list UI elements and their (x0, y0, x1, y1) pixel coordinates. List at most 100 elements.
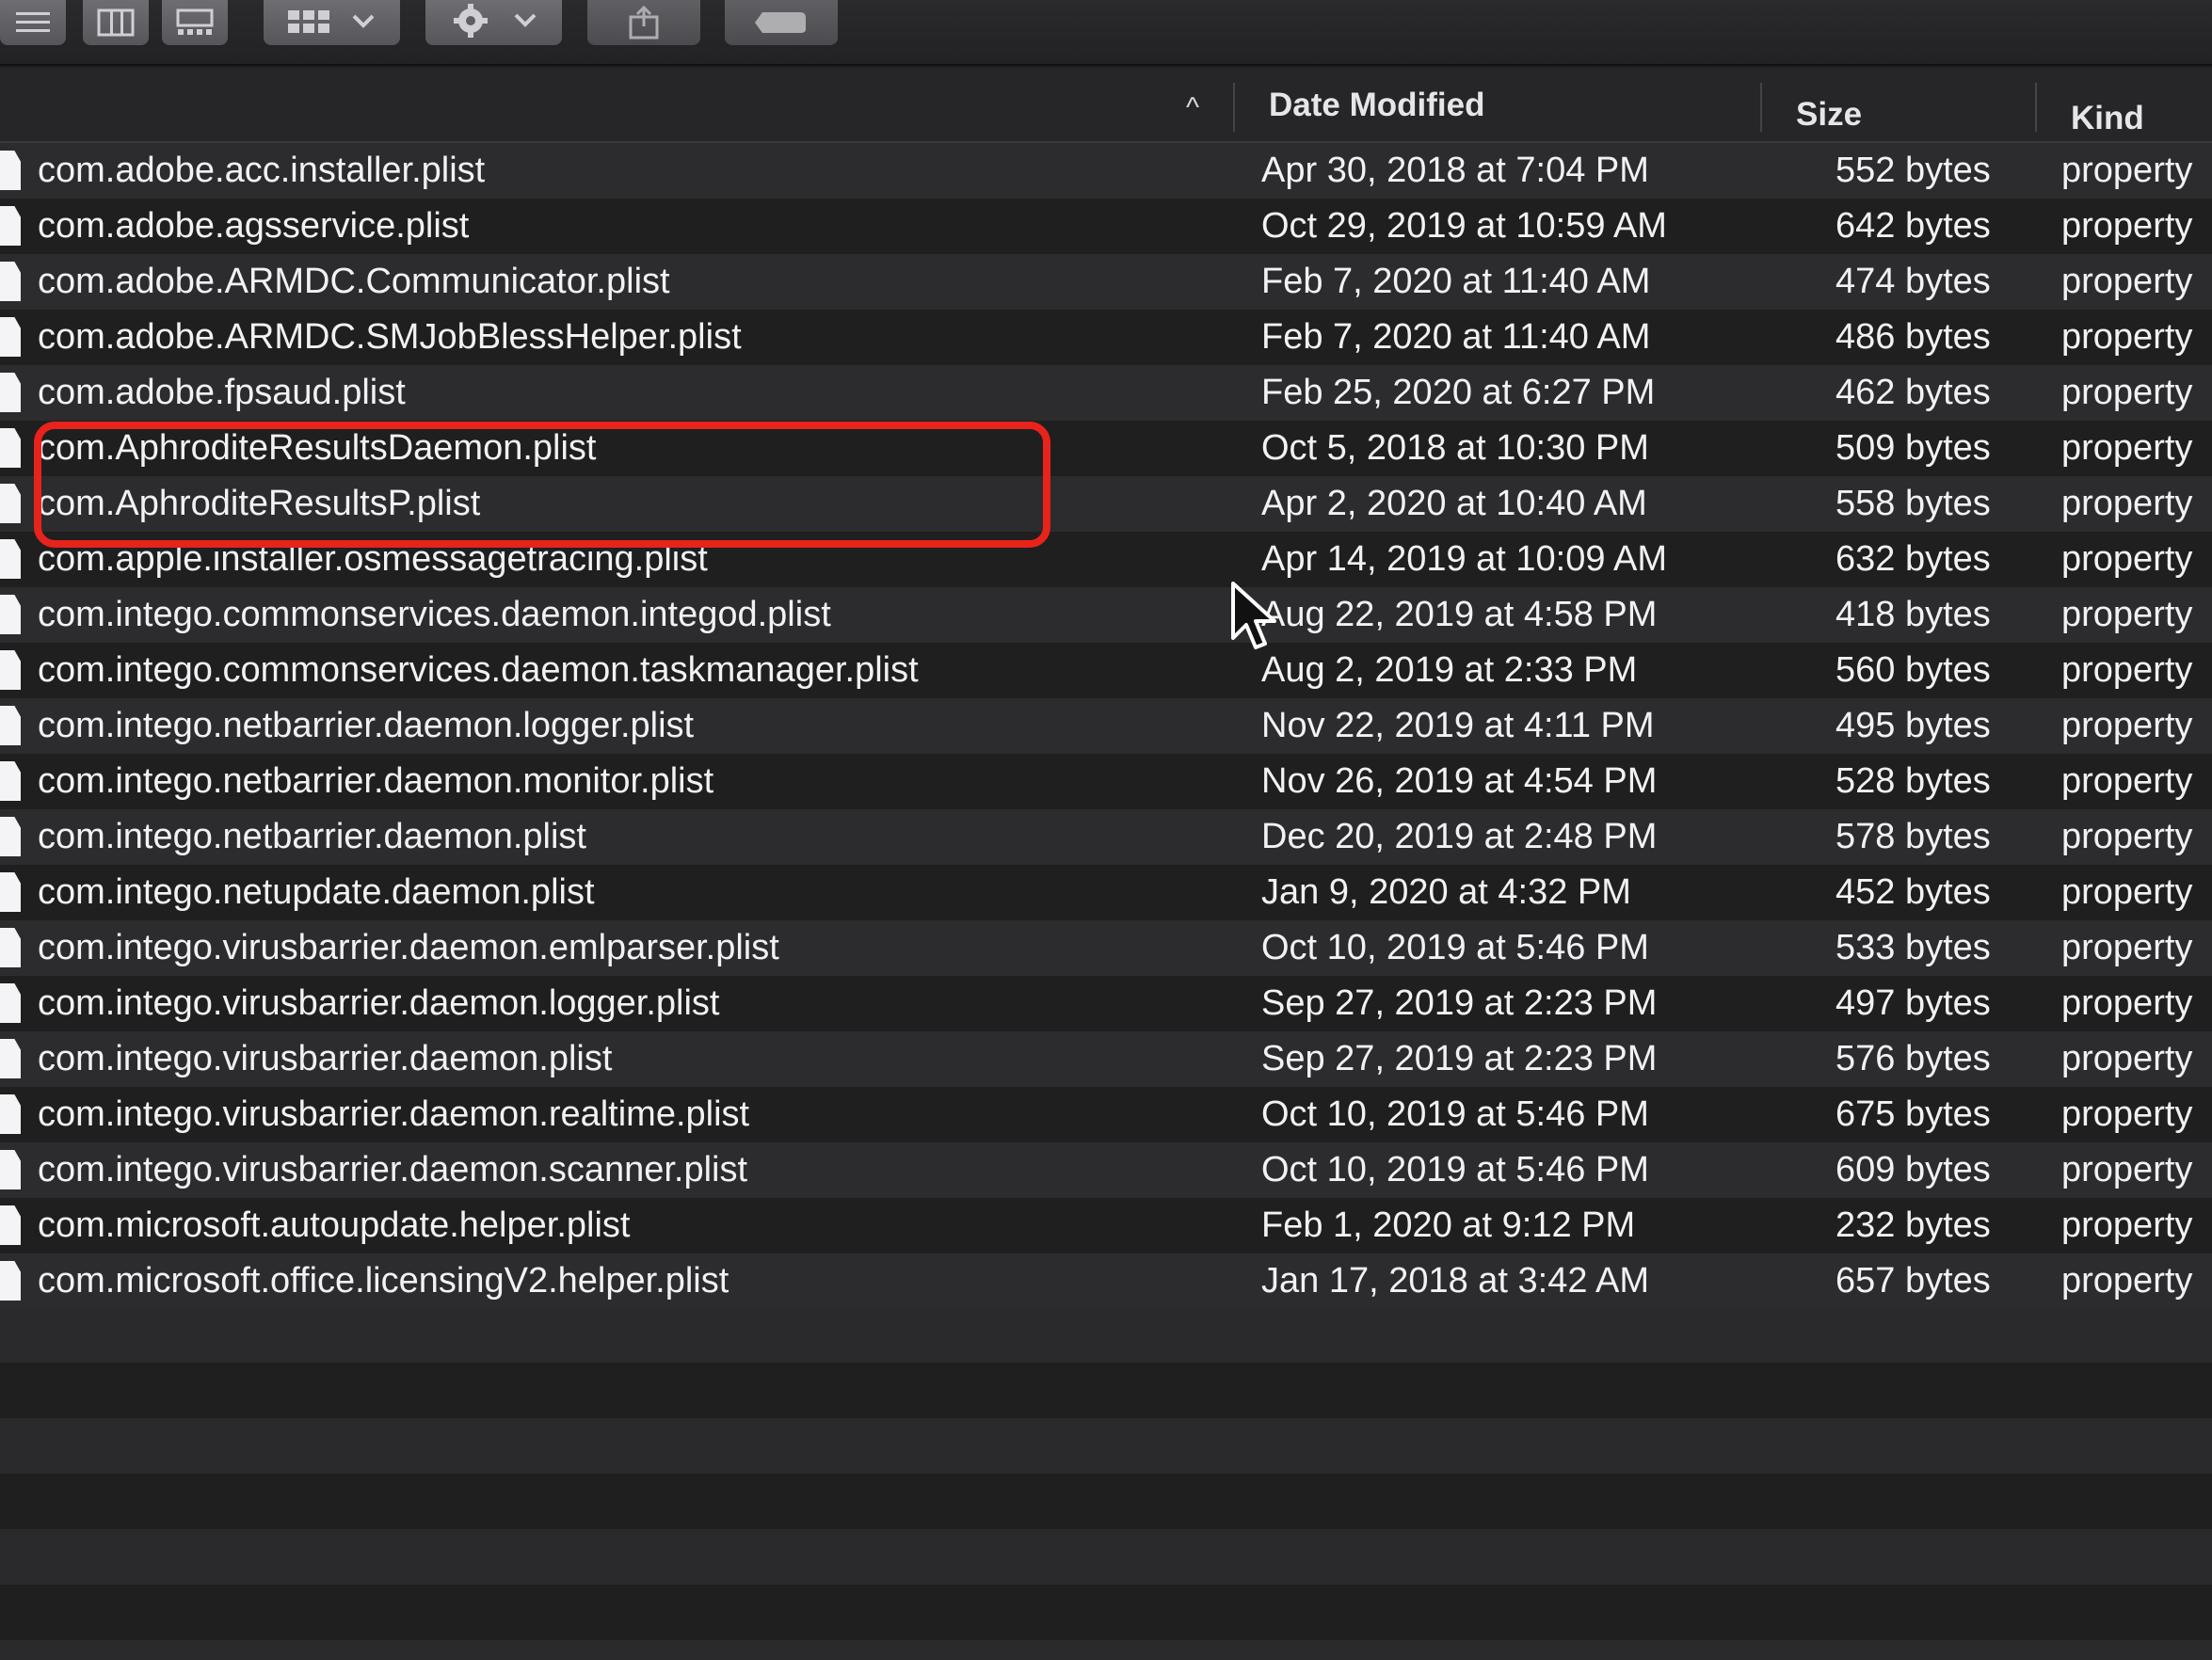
column-header: ^ Date Modified Size Kind (0, 68, 2212, 143)
file-name: com.adobe.acc.installer.plist (38, 151, 486, 190)
file-date-modified: Oct 10, 2019 at 5:46 PM (1261, 1150, 1649, 1189)
file-size: 509 bytes (1835, 428, 1991, 468)
file-row[interactable]: com.adobe.agsservice.plist Oct 29, 2019 … (0, 199, 2212, 254)
file-date-modified: Feb 7, 2020 at 11:40 AM (1261, 317, 1651, 357)
file-date-modified: Feb 25, 2020 at 6:27 PM (1261, 373, 1656, 412)
file-name: com.intego.virusbarrier.daemon.plist (38, 1039, 613, 1078)
gallery-view-icon (176, 8, 214, 35)
file-row[interactable]: com.intego.netbarrier.daemon.logger.plis… (0, 698, 2212, 754)
file-kind: property (2061, 595, 2193, 634)
file-date-modified: Oct 5, 2018 at 10:30 PM (1261, 428, 1649, 468)
file-date-modified: Dec 20, 2019 at 2:48 PM (1261, 817, 1658, 856)
file-name: com.intego.netbarrier.daemon.monitor.pli… (38, 761, 714, 801)
list-view-button[interactable] (0, 0, 66, 45)
file-row[interactable]: com.adobe.fpsaud.plist Feb 25, 2020 at 6… (0, 365, 2212, 421)
date-modified-column-header[interactable]: Date Modified (1269, 87, 1484, 124)
file-name: com.intego.netbarrier.daemon.logger.plis… (38, 706, 695, 745)
file-row[interactable]: com.microsoft.office.licensingV2.helper.… (0, 1253, 2212, 1309)
document-icon (0, 151, 21, 190)
file-name: com.microsoft.office.licensingV2.helper.… (38, 1261, 729, 1301)
file-row[interactable]: com.intego.commonservices.daemon.taskman… (0, 643, 2212, 698)
file-date-modified: Apr 30, 2018 at 7:04 PM (1261, 151, 1649, 190)
file-size: 576 bytes (1835, 1039, 1991, 1078)
file-kind: property (2061, 1205, 2193, 1245)
document-icon (0, 373, 21, 412)
file-date-modified: Aug 22, 2019 at 4:58 PM (1261, 595, 1658, 634)
column-divider[interactable] (2035, 83, 2037, 132)
file-size: 528 bytes (1835, 761, 1991, 801)
size-column-header[interactable]: Size (1796, 96, 1862, 134)
name-sort-indicator[interactable]: ^ (1186, 92, 1199, 124)
share-icon (629, 6, 659, 40)
file-size: 462 bytes (1835, 373, 1991, 412)
file-name: com.intego.commonservices.daemon.integod… (38, 595, 831, 634)
file-kind: property (2061, 928, 2193, 967)
document-icon (0, 317, 21, 357)
file-size: 578 bytes (1835, 817, 1991, 856)
mouse-pointer-icon (1231, 582, 1276, 649)
file-date-modified: Aug 2, 2019 at 2:33 PM (1261, 650, 1638, 690)
file-kind: property (2061, 1094, 2193, 1134)
red-highlight-annotation (34, 422, 1050, 548)
file-row[interactable]: com.intego.virusbarrier.daemon.plist Sep… (0, 1031, 2212, 1087)
file-date-modified: Sep 27, 2019 at 2:23 PM (1261, 983, 1658, 1023)
file-kind: property (2061, 761, 2193, 801)
document-icon (0, 1039, 21, 1078)
share-button[interactable] (587, 0, 700, 45)
document-icon (0, 1261, 21, 1301)
group-button[interactable] (264, 0, 400, 45)
gallery-view-button[interactable] (162, 0, 228, 45)
kind-column-header[interactable]: Kind (2071, 100, 2144, 137)
file-name: com.adobe.agsservice.plist (38, 206, 470, 246)
file-row[interactable]: com.intego.virusbarrier.daemon.emlparser… (0, 920, 2212, 976)
file-row[interactable]: com.intego.virusbarrier.daemon.scanner.p… (0, 1142, 2212, 1198)
file-kind: property (2061, 373, 2193, 412)
file-size: 232 bytes (1835, 1205, 1991, 1245)
file-name: com.intego.virusbarrier.daemon.emlparser… (38, 928, 779, 967)
column-divider[interactable] (1233, 83, 1235, 132)
file-name: com.adobe.ARMDC.Communicator.plist (38, 262, 670, 301)
file-size: 474 bytes (1835, 262, 1991, 301)
file-kind: property (2061, 650, 2193, 690)
file-size: 552 bytes (1835, 151, 1991, 190)
file-size: 632 bytes (1835, 539, 1991, 579)
file-row[interactable]: com.intego.netupdate.daemon.plist Jan 9,… (0, 865, 2212, 920)
file-kind: property (2061, 262, 2193, 301)
action-button[interactable] (425, 0, 562, 45)
file-size: 642 bytes (1835, 206, 1991, 246)
file-row[interactable]: com.intego.netbarrier.daemon.plist Dec 2… (0, 809, 2212, 865)
file-row[interactable]: com.intego.commonservices.daemon.integod… (0, 587, 2212, 643)
document-icon (0, 650, 21, 690)
empty-list-area[interactable] (0, 1307, 2212, 1660)
file-name: com.intego.virusbarrier.daemon.realtime.… (38, 1094, 750, 1134)
file-kind: property (2061, 706, 2193, 745)
file-row[interactable]: com.intego.netbarrier.daemon.monitor.pli… (0, 754, 2212, 809)
file-kind: property (2061, 872, 2193, 912)
file-list: com.adobe.acc.installer.plist Apr 30, 20… (0, 143, 2212, 1309)
file-size: 675 bytes (1835, 1094, 1991, 1134)
finder-window: ^ Date Modified Size Kind com.adobe.acc.… (0, 0, 2212, 1660)
file-kind: property (2061, 539, 2193, 579)
document-icon (0, 872, 21, 912)
column-view-button[interactable] (83, 0, 149, 45)
column-divider[interactable] (1760, 83, 1762, 132)
document-icon (0, 983, 21, 1023)
file-size: 495 bytes (1835, 706, 1991, 745)
document-icon (0, 1094, 21, 1134)
file-row[interactable]: com.adobe.acc.installer.plist Apr 30, 20… (0, 143, 2212, 199)
file-kind: property (2061, 206, 2193, 246)
tag-button[interactable] (725, 0, 838, 45)
file-row[interactable]: com.microsoft.autoupdate.helper.plist Fe… (0, 1198, 2212, 1253)
file-name: com.intego.virusbarrier.daemon.logger.pl… (38, 983, 720, 1023)
file-name: com.microsoft.autoupdate.helper.plist (38, 1205, 631, 1245)
file-row[interactable]: com.adobe.ARMDC.SMJobBlessHelper.plist F… (0, 310, 2212, 365)
file-kind: property (2061, 817, 2193, 856)
file-kind: property (2061, 1150, 2193, 1189)
file-size: 452 bytes (1835, 872, 1991, 912)
document-icon (0, 706, 21, 745)
file-row[interactable]: com.intego.virusbarrier.daemon.realtime.… (0, 1087, 2212, 1142)
file-size: 560 bytes (1835, 650, 1991, 690)
file-row[interactable]: com.intego.virusbarrier.daemon.logger.pl… (0, 976, 2212, 1031)
document-icon (0, 206, 21, 246)
file-row[interactable]: com.adobe.ARMDC.Communicator.plist Feb 7… (0, 254, 2212, 310)
